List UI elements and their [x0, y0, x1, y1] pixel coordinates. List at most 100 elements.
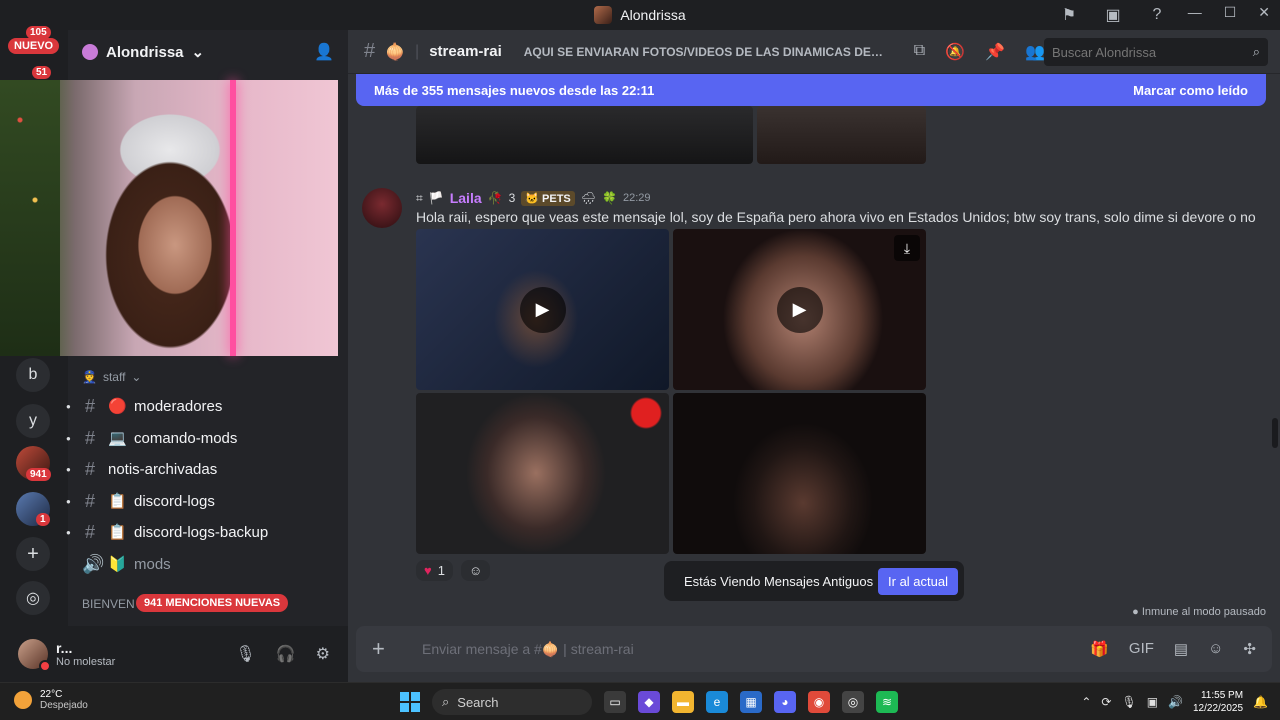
channel-mods-voice[interactable]: 🔊 🔰 mods: [68, 549, 338, 579]
apps-icon[interactable]: ✣: [1243, 640, 1256, 658]
obs-icon[interactable]: ◎: [842, 691, 864, 713]
title-icons: ⚑ ▣ ?: [1058, 4, 1168, 26]
server-b[interactable]: b: [16, 358, 50, 392]
pin-icon[interactable]: 📌: [985, 42, 1005, 62]
server-header[interactable]: Alondrissa ⌄ 👤: [68, 30, 348, 74]
threads-icon[interactable]: ⧉: [914, 42, 925, 62]
invite-icon[interactable]: 👤: [314, 42, 334, 62]
server-y[interactable]: y: [16, 404, 50, 438]
image-4[interactable]: [673, 393, 926, 554]
server-avatar: [594, 6, 613, 24]
avatar[interactable]: [18, 639, 51, 672]
windows-start-icon[interactable]: [400, 692, 420, 712]
channel-discord-logs-backup[interactable]: ● # 📋 discord-logs-backup: [66, 517, 338, 547]
screen-share-icon[interactable]: ▣: [1102, 4, 1124, 26]
task-view-icon[interactable]: ▭: [604, 691, 626, 713]
mark-as-read-button[interactable]: Marcar como leído: [1133, 83, 1248, 98]
file-explorer-icon[interactable]: ▬: [672, 691, 694, 713]
channel-emoji: 📋: [108, 493, 127, 510]
guild-tag[interactable]: 🐱 PETS: [521, 190, 575, 206]
notifications-icon[interactable]: 🔔: [1253, 695, 1268, 709]
nuevo-badge[interactable]: NUEVO: [8, 38, 60, 54]
windows-taskbar: 22°C Despejado ⌕ Search ▭ ◆ ▬ e ▦ ◕ ◉ ◎ …: [0, 682, 1280, 720]
help-icon[interactable]: ?: [1146, 4, 1168, 26]
message-header: ⌗ 🏳️ Laila 🥀 3 🐱 PETS 🌧 🍀 22:29: [416, 190, 650, 206]
mute-icon[interactable]: 🔕: [945, 42, 965, 62]
sticker-icon[interactable]: ▤: [1174, 640, 1188, 658]
server-icon: [82, 44, 98, 60]
taskbar-search[interactable]: ⌕ Search: [432, 689, 592, 715]
search-box[interactable]: ⌕: [1044, 38, 1268, 66]
category-bienvenida[interactable]: BIENVEN: [82, 597, 135, 611]
channel-comando-mods[interactable]: ● # 💻 comando-mods: [66, 423, 338, 453]
emoji-icon[interactable]: ☺: [1208, 640, 1223, 658]
clock[interactable]: 11:55 PM 12/22/2025: [1193, 689, 1243, 715]
flag-icon[interactable]: ⚑: [1058, 4, 1080, 26]
add-reaction-button[interactable]: ☺: [460, 560, 491, 581]
add-attachment-icon[interactable]: +: [372, 636, 392, 662]
search-icon: ⌕: [442, 694, 450, 709]
gif-icon[interactable]: GIF: [1129, 640, 1154, 658]
flag-icon: 🏳️: [428, 191, 444, 205]
store-icon[interactable]: ▦: [740, 691, 762, 713]
copilot-icon[interactable]: ◆: [638, 691, 660, 713]
composer-placeholder[interactable]: Enviar mensaje a #🧅 | stream-rai: [422, 641, 634, 658]
video-1[interactable]: ▶: [416, 229, 669, 390]
sync-icon[interactable]: ⟳: [1101, 695, 1111, 709]
maximize-icon[interactable]: ☐: [1224, 4, 1237, 21]
video-2[interactable]: ▶ ⤓: [673, 229, 926, 390]
gear-icon[interactable]: ⚙: [316, 644, 330, 664]
heart-reaction[interactable]: ♥ 1: [416, 560, 453, 581]
search-input[interactable]: [1052, 44, 1232, 60]
play-icon[interactable]: ▶: [776, 286, 823, 333]
play-icon[interactable]: ▶: [519, 286, 566, 333]
members-icon[interactable]: 👥: [1025, 42, 1045, 62]
category-staff[interactable]: 👮 staff ⌄: [82, 370, 141, 384]
microphone-icon[interactable]: 🎙: [235, 644, 255, 664]
channel-topic[interactable]: AQUI SE ENVIARAN FOTOS/VIDEOS DE LAS DIN…: [524, 45, 884, 59]
new-messages-bar[interactable]: Más de 355 mensajes nuevos desde las 22:…: [356, 74, 1266, 106]
mentions-pill[interactable]: 941 MENCIONES NUEVAS: [136, 594, 289, 612]
chevron-up-icon[interactable]: ⌃: [1081, 695, 1091, 709]
channel-moderadores[interactable]: ● # 🔴 moderadores: [66, 391, 338, 421]
old-messages-bar: Estás Viendo Mensajes Antiguos Ir al act…: [664, 561, 964, 601]
minimize-icon[interactable]: —: [1188, 4, 1202, 21]
chevron-down-icon: ⌄: [131, 370, 142, 384]
weather-widget[interactable]: 22°C Despejado: [14, 689, 88, 711]
prev-image-2[interactable]: [757, 106, 926, 164]
image-3[interactable]: [416, 393, 669, 554]
chrome-icon[interactable]: ◉: [808, 691, 830, 713]
user-info[interactable]: r... No molestar: [56, 640, 115, 668]
close-icon[interactable]: ✕: [1258, 4, 1270, 21]
channel-name: moderadores: [134, 397, 223, 415]
edge-icon[interactable]: e: [706, 691, 728, 713]
guild-tag-label: PETS: [542, 192, 571, 205]
scrollbar[interactable]: [1272, 418, 1278, 448]
neon-light: [230, 80, 236, 356]
message-composer[interactable]: + Enviar mensaje a #🧅 | stream-rai 🎁 GIF…: [356, 626, 1272, 672]
volume-icon[interactable]: 🔊: [1168, 695, 1183, 709]
jump-to-present-button[interactable]: Ir al actual: [878, 567, 958, 595]
channel-notis-archivadas[interactable]: ● # notis-archivadas: [66, 454, 338, 484]
download-icon[interactable]: ⤓: [894, 235, 920, 261]
gift-icon[interactable]: 🎁: [1090, 640, 1109, 658]
channel-name: notis-archivadas: [108, 460, 218, 478]
unread-dot: ●: [66, 527, 71, 537]
headphones-icon[interactable]: 🎧: [276, 644, 296, 664]
discord-icon[interactable]: ◕: [774, 691, 796, 713]
prev-image-1[interactable]: [416, 106, 753, 164]
message-author[interactable]: Laila: [450, 190, 482, 206]
unread-dot: ●: [66, 496, 71, 506]
add-server-icon[interactable]: +: [16, 537, 50, 571]
mic-tray-icon[interactable]: 🎙: [1121, 695, 1136, 709]
network-icon[interactable]: ▣: [1147, 695, 1158, 709]
avatar[interactable]: [362, 188, 402, 228]
spotify-icon[interactable]: ≋: [876, 691, 898, 713]
channel-name: discord-logs: [134, 492, 215, 510]
server-name: Alondrissa: [106, 43, 184, 61]
christmas-tree: [0, 80, 60, 356]
discover-icon[interactable]: ◎: [16, 581, 50, 615]
staff-icon: 👮: [82, 370, 97, 384]
channel-discord-logs[interactable]: ● # 📋 discord-logs: [66, 486, 338, 516]
channel-name: mods: [134, 555, 171, 573]
